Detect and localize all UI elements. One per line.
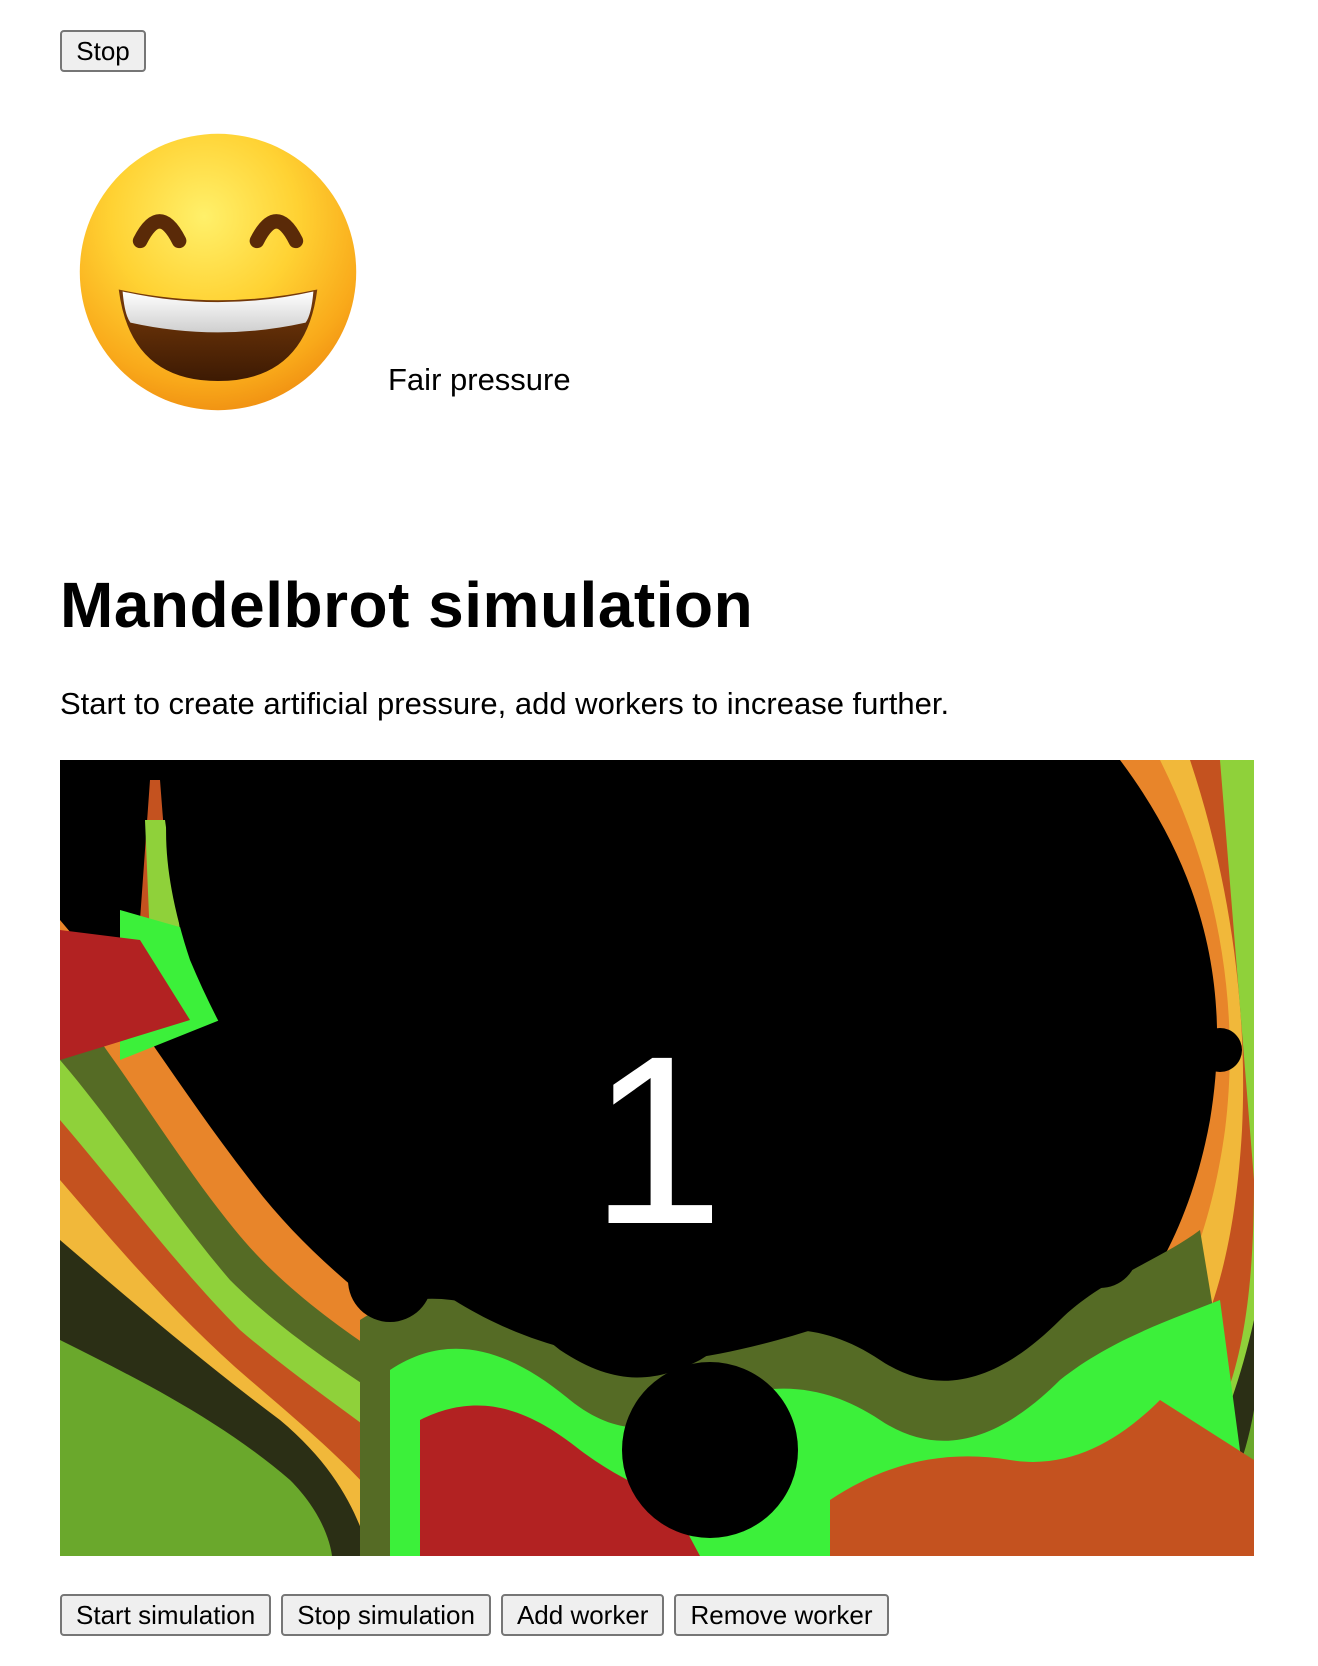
grinning-face-emoji-icon (79, 133, 357, 411)
add-worker-button[interactable]: Add worker (500, 1594, 665, 1636)
pressure-status-text: Fair pressure (388, 362, 571, 397)
intro-text: Start to create artificial pressure, add… (60, 686, 950, 721)
worker-counter: 1 (590, 1006, 724, 1274)
stop-button[interactable]: Stop (60, 30, 146, 72)
page-title: Mandelbrot simulation (60, 569, 754, 641)
stop-simulation-button[interactable]: Stop simulation (281, 1594, 491, 1636)
remove-worker-button[interactable]: Remove worker (674, 1594, 889, 1636)
start-simulation-button[interactable]: Start simulation (60, 1594, 272, 1636)
simulation-controls: Start simulation Stop simulation Add wor… (60, 1594, 889, 1636)
pressure-indicator: Fair pressure (60, 110, 760, 430)
mandelbrot-canvas: 1 (60, 760, 1254, 1556)
